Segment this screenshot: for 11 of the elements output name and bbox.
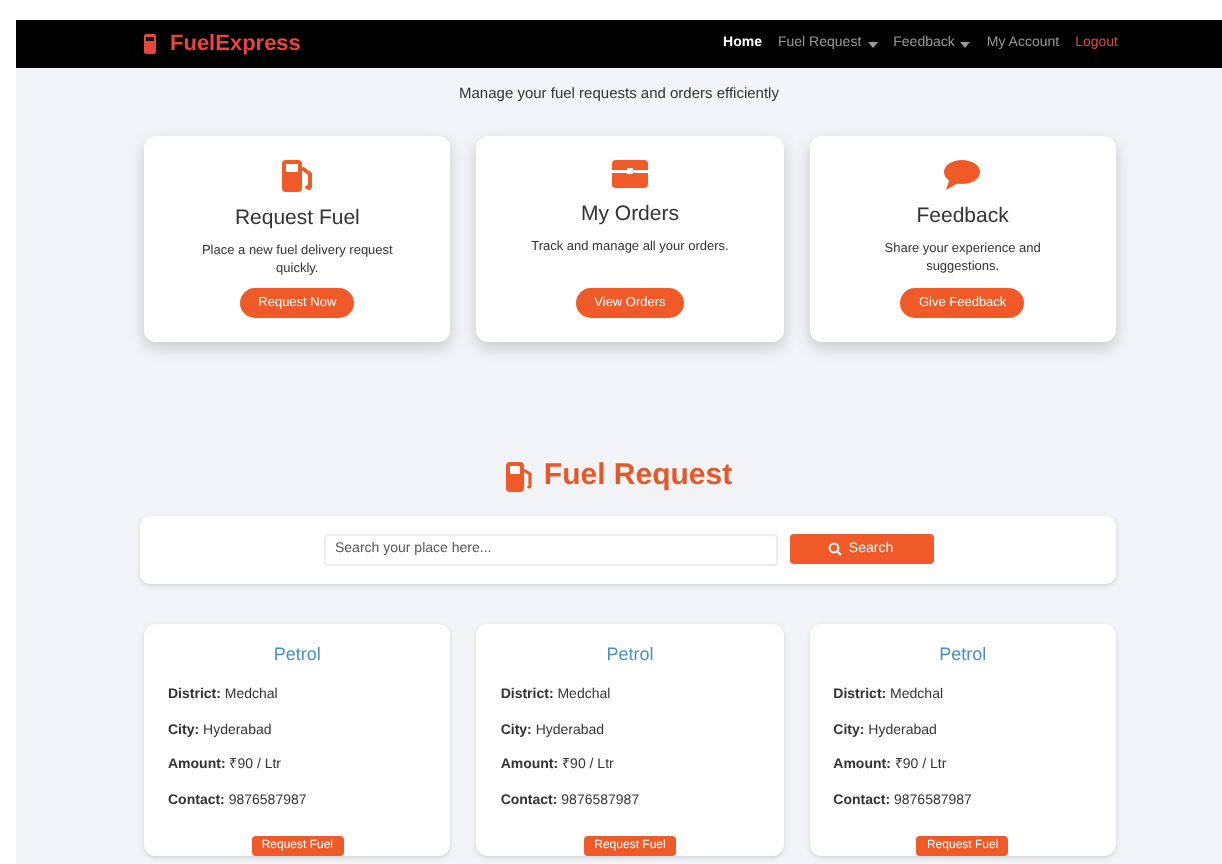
listing-title: Petrol — [604, 641, 656, 668]
card-title: Feedback — [916, 202, 1009, 233]
listing-title: Petrol — [937, 641, 989, 668]
section-heading: Fuel Request — [543, 456, 733, 497]
speech-bubble-icon — [944, 160, 981, 191]
listing-title: Petrol — [271, 641, 323, 668]
box-icon — [611, 160, 648, 189]
card-title: My Orders — [580, 200, 679, 231]
brand-name[interactable]: FuelExpress — [170, 27, 301, 61]
card-title: Request Fuel — [234, 204, 360, 235]
search-icon — [828, 542, 843, 557]
